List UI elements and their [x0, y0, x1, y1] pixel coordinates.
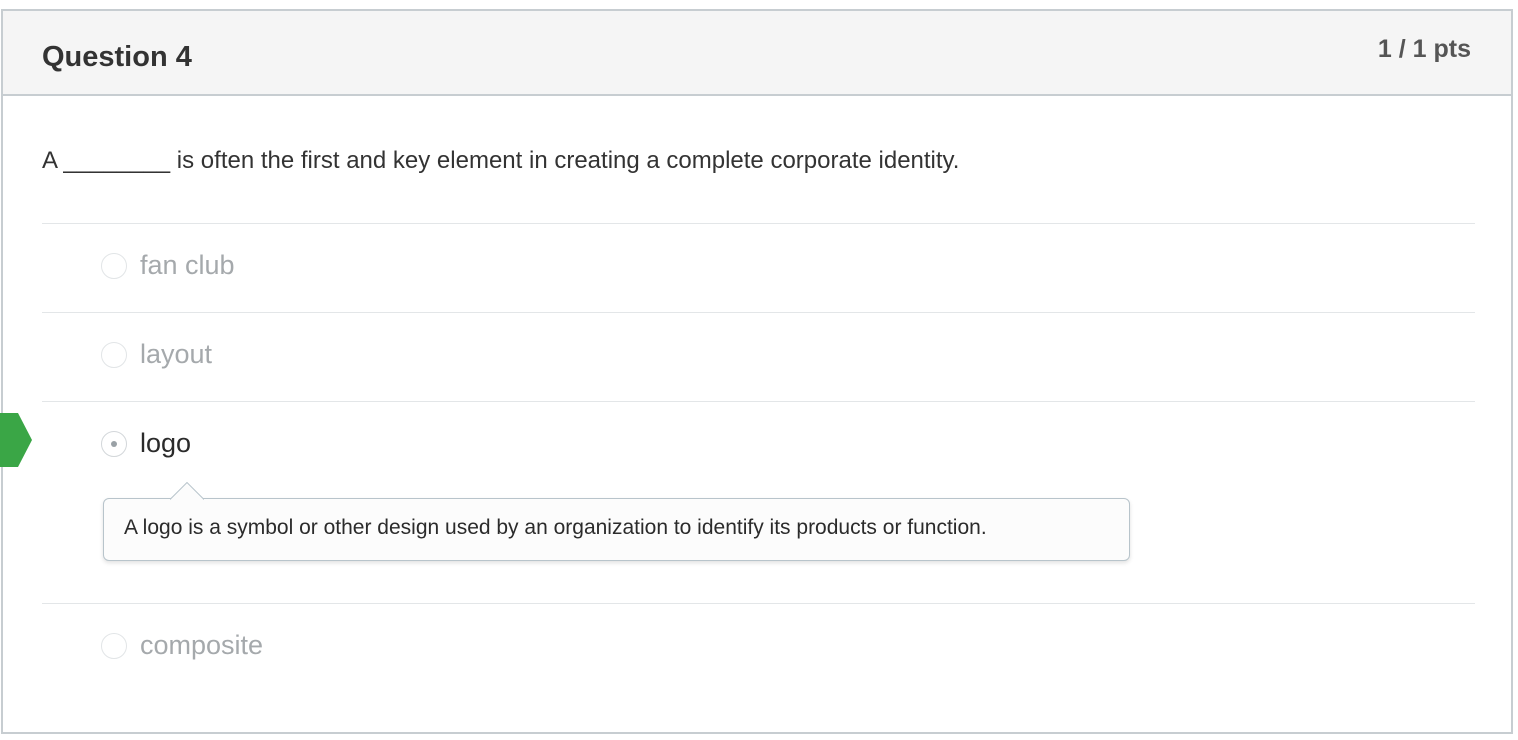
question-text: A ________ is often the first and key el…: [42, 147, 960, 174]
answer-label: composite: [140, 630, 264, 660]
answer-feedback: A logo is a symbol or other design used …: [103, 482, 1130, 561]
question-title: Question 4: [42, 41, 192, 73]
radio-icon[interactable]: [101, 342, 127, 368]
answer-label: layout: [140, 339, 213, 369]
answer-list: fan club layout logo A logo is a symbol …: [42, 223, 1475, 692]
answer-label: fan club: [140, 250, 235, 280]
radio-selected-icon[interactable]: [101, 431, 127, 457]
answer-label: logo: [140, 428, 192, 458]
answer-option-selected[interactable]: logo A logo is a symbol or other design …: [42, 401, 1475, 603]
radio-dot: [111, 441, 117, 447]
correct-answer-arrow-icon: [0, 413, 32, 467]
answer-option[interactable]: composite: [42, 603, 1475, 692]
answer-option[interactable]: fan club: [42, 223, 1475, 312]
radio-icon[interactable]: [101, 633, 127, 659]
quiz-question: Question 4 1 / 1 pts A ________ is often…: [1, 9, 1513, 734]
question-header: Question 4 1 / 1 pts: [3, 11, 1511, 96]
answer-option[interactable]: layout: [42, 312, 1475, 401]
radio-icon[interactable]: [101, 253, 127, 279]
question-points: 1 / 1 pts: [1377, 35, 1471, 63]
feedback-text: A logo is a symbol or other design used …: [124, 516, 987, 539]
tooltip-arrow: [170, 482, 204, 500]
